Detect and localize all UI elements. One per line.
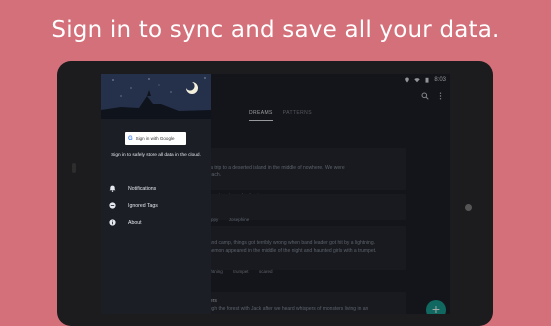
drawer-header-illustration (101, 74, 211, 119)
drawer-item-label: Notifications (128, 185, 157, 192)
minus-circle-icon (109, 202, 116, 209)
google-signin-button[interactable]: G Sign in with Google (125, 132, 186, 145)
info-icon (109, 219, 116, 226)
navigation-drawer: G Sign in with Google Sign in to safely … (101, 74, 211, 314)
drawer-item-about[interactable]: About (109, 219, 142, 226)
drawer-item-label: About (128, 219, 142, 226)
tablet-sensor (465, 204, 472, 211)
drawer-item-label: Ignored Tags (128, 202, 158, 209)
promo-title: Sign in to sync and save all your data. (51, 17, 500, 43)
signin-description: Sign in to safely store all data in the … (111, 153, 201, 158)
google-icon: G (128, 135, 133, 142)
moon-icon (186, 82, 198, 94)
drawer-item-ignored-tags[interactable]: Ignored Tags (109, 202, 158, 209)
drawer-item-notifications[interactable]: Notifications (109, 185, 156, 192)
tablet-speaker (72, 163, 76, 173)
app-screen: 8:03 DREAMS PATTERNS n a trip to a deser… (101, 74, 450, 314)
google-signin-label: Sign in with Google (135, 136, 175, 141)
bell-icon (109, 185, 116, 192)
